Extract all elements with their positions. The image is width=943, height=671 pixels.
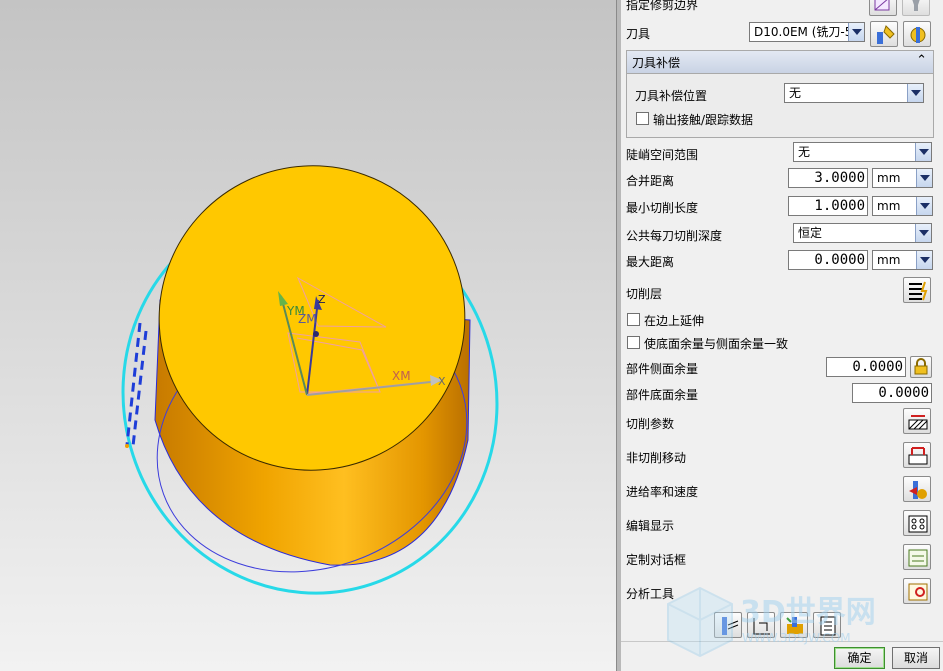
chevron-down-icon[interactable] (915, 143, 931, 161)
tool-compensation-group: 刀具补偿 ⌃ 刀具补偿位置 无 输出接触/跟踪数据 (626, 50, 934, 138)
custom-dialog-label: 定制对话框 (626, 553, 687, 567)
tool-dropdown-value: D10.0EM (铣刀-5 (754, 25, 853, 39)
min-cut-length-label: 最小切削长度 (626, 201, 699, 215)
chevron-down-icon[interactable] (916, 251, 932, 269)
graphics-viewport[interactable]: Z YM ZM XM X (0, 0, 616, 671)
tool-compensation-title: 刀具补偿 (632, 56, 681, 70)
feeds-speeds-icon (909, 481, 927, 499)
tool-dropdown[interactable]: D10.0EM (铣刀-5 (749, 22, 865, 42)
custom-dialog-button[interactable] (903, 544, 931, 570)
chevron-down-icon[interactable] (916, 169, 932, 187)
axis-label-z: Z (318, 293, 326, 306)
comp-position-label: 刀具补偿位置 (635, 89, 708, 103)
merge-distance-unit-dropdown[interactable]: mm (872, 168, 933, 188)
replay-toolpath-button[interactable] (747, 612, 775, 638)
merge-distance-input[interactable]: 3.0000 (788, 168, 868, 188)
verify-toolpath-button[interactable] (780, 612, 808, 638)
min-cut-length-input[interactable]: 1.0000 (788, 196, 868, 216)
edit-display-button[interactable] (903, 510, 931, 536)
max-distance-label: 最大距离 (626, 255, 675, 269)
generate-toolpath-button[interactable] (714, 612, 742, 638)
min-cut-length-unit-dropdown[interactable]: mm (872, 196, 933, 216)
common-depth-label: 公共每刀切削深度 (626, 229, 723, 243)
collapse-chevron-up-icon[interactable]: ⌃ (916, 53, 927, 68)
feeds-speeds-label: 进给率和速度 (626, 485, 699, 499)
chevron-down-icon[interactable] (916, 197, 932, 215)
min-cut-length-unit: mm (877, 199, 901, 213)
axis-label-xm: XM (392, 369, 411, 383)
floor-same-as-side-label: 使底面余量与侧面余量一致 (644, 337, 789, 351)
new-tool-button[interactable] (903, 21, 931, 47)
part-side-stock-label: 部件侧面余量 (626, 362, 699, 376)
steep-range-value: 无 (798, 145, 811, 159)
operation-dialog: 指定修剪边界 刀具 D10.0EM (铣刀-5 刀具补偿 ⌃ 刀具补偿位置 无 … (621, 0, 943, 671)
flashlight-icon (912, 0, 920, 11)
cancel-button[interactable]: 取消 (892, 647, 940, 669)
extend-edges-checkbox[interactable] (627, 313, 640, 326)
tool-edit-icon (877, 25, 895, 44)
chevron-down-icon[interactable] (915, 224, 931, 242)
comp-position-value: 无 (789, 86, 802, 100)
lock-icon (914, 358, 928, 375)
select-trim-boundary-button[interactable] (869, 0, 897, 16)
max-distance-input[interactable]: 0.0000 (788, 250, 868, 270)
steep-range-label: 陡峭空间范围 (626, 148, 699, 162)
chevron-down-icon[interactable] (848, 23, 864, 41)
comp-position-dropdown[interactable]: 无 (784, 83, 924, 103)
part-floor-stock-label: 部件底面余量 (626, 388, 699, 402)
axis-label-x: X (438, 375, 446, 388)
output-contact-checkbox[interactable] (636, 112, 649, 125)
trim-boundary-label: 指定修剪边界 (626, 0, 699, 12)
analysis-tools-button[interactable] (903, 578, 931, 604)
verify-icon (786, 617, 803, 634)
analysis-tools-icon (908, 583, 928, 601)
non-cutting-moves-icon (908, 447, 928, 465)
non-cutting-moves-button[interactable] (903, 442, 931, 468)
list-toolpath-button[interactable] (813, 612, 841, 638)
tool-label: 刀具 (626, 27, 651, 41)
part-side-stock-input[interactable]: 0.0000 (826, 357, 906, 377)
extend-edges-label: 在边上延伸 (644, 314, 705, 328)
boundary-select-icon (874, 0, 890, 11)
list-icon (820, 616, 836, 636)
cut-levels-label: 切削层 (626, 287, 663, 301)
toolpath-start-point (125, 444, 129, 448)
merge-distance-label: 合并距离 (626, 174, 675, 188)
replay-icon (753, 618, 770, 635)
cutting-params-button[interactable] (903, 408, 931, 434)
generate-icon (722, 617, 739, 635)
footer-divider (621, 641, 943, 642)
edit-tool-button[interactable] (870, 21, 898, 47)
max-distance-unit-dropdown[interactable]: mm (872, 250, 933, 270)
steep-range-dropdown[interactable]: 无 (793, 142, 932, 162)
tool-new-icon (910, 27, 926, 43)
non-cutting-moves-label: 非切削移动 (626, 451, 687, 465)
analysis-tools-label: 分析工具 (626, 587, 675, 601)
tool-compensation-header[interactable]: 刀具补偿 ⌃ (627, 51, 933, 74)
part-view: Z YM ZM XM X (121, 165, 499, 595)
cut-levels-icon (909, 281, 928, 301)
cutting-params-icon (908, 415, 928, 430)
common-depth-dropdown[interactable]: 恒定 (793, 223, 932, 243)
common-depth-value: 恒定 (798, 226, 823, 240)
ok-button[interactable]: 确定 (834, 647, 885, 669)
display-trim-boundary-button[interactable] (902, 0, 930, 16)
axis-label-zm: ZM (298, 312, 317, 326)
output-contact-label: 输出接触/跟踪数据 (653, 113, 754, 127)
custom-dialog-icon (908, 549, 928, 567)
max-distance-unit: mm (877, 253, 901, 267)
cut-levels-button[interactable] (903, 277, 931, 303)
feeds-speeds-button[interactable] (903, 476, 931, 502)
merge-distance-unit: mm (877, 171, 901, 185)
cutting-params-label: 切削参数 (626, 417, 675, 431)
stock-lock-button[interactable] (910, 356, 932, 378)
edit-display-icon (908, 515, 928, 533)
edit-display-label: 编辑显示 (626, 519, 675, 533)
floor-same-as-side-checkbox[interactable] (627, 336, 640, 349)
chevron-down-icon[interactable] (907, 84, 923, 102)
part-floor-stock-input[interactable]: 0.0000 (852, 383, 932, 403)
